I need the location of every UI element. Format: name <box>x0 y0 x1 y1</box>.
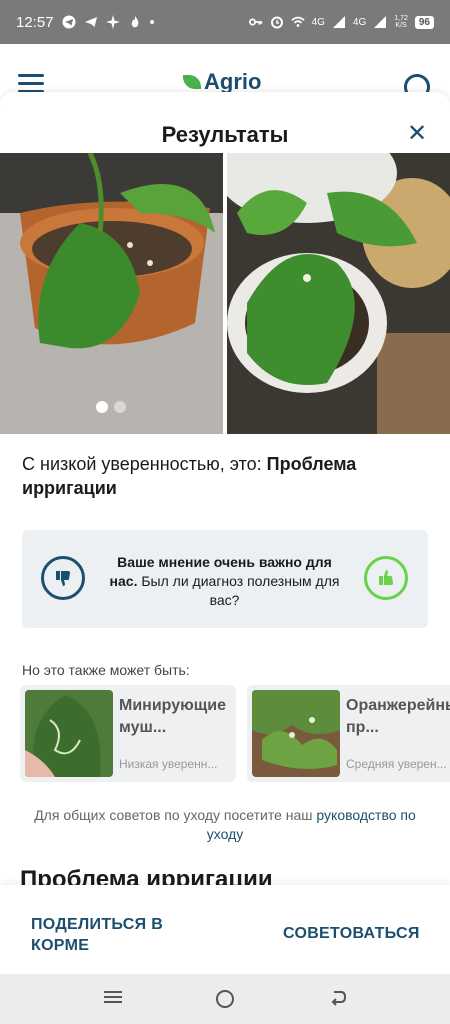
feedback-text: Ваше мнение очень важно для нас. Был ли … <box>107 553 342 610</box>
consult-button[interactable]: СОВЕТОВАТЬСЯ <box>283 925 420 943</box>
logo-text: Agrio <box>204 72 262 92</box>
alternative-card[interactable]: Минирующие муш... Низкая уверенн... <box>20 685 236 782</box>
share-button[interactable]: ПОДЕЛИТЬСЯ В КОРМЕ <box>31 914 191 956</box>
alarm-icon <box>270 15 284 29</box>
flame-icon <box>128 15 142 29</box>
diagnosis-summary: С низкой уверенностью, это: Проблема ирр… <box>22 452 422 500</box>
status-right: 4G 4G 1,72 K/S 96 <box>248 15 434 29</box>
feedback-card: Ваше мнение очень важно для нас. Был ли … <box>22 530 428 628</box>
thumbs-down-icon[interactable] <box>41 556 85 600</box>
alternative-card[interactable]: Оранжерейный пр... Средняя уверен... <box>247 685 450 782</box>
pagination-dot[interactable] <box>96 401 108 413</box>
status-bar: 12:57 • 4G 4G 1,72 K/S 96 <box>0 0 450 44</box>
alternatives-label: Но это также может быть: <box>22 662 190 678</box>
pagination-dot[interactable] <box>114 401 126 413</box>
notification-dot: • <box>149 13 155 31</box>
gallery-pagination <box>96 401 126 413</box>
network-speed: 1,72 K/S <box>394 15 408 29</box>
wifi-icon <box>290 15 305 29</box>
signal-icon <box>332 15 346 29</box>
diagnosis-prefix: С низкой уверенностью, это: <box>22 454 267 474</box>
signal-icon <box>373 15 387 29</box>
recent-apps-icon[interactable] <box>102 988 124 1010</box>
network-label-2: 4G <box>352 16 367 28</box>
app-header: Agrio <box>0 44 450 100</box>
telegram-icon <box>62 15 76 29</box>
plant-photo-2[interactable] <box>227 153 450 434</box>
alternative-confidence: Средняя уверен... <box>346 757 447 771</box>
alternative-thumbnail <box>252 690 340 777</box>
home-icon[interactable] <box>214 988 236 1010</box>
plant-photo-1[interactable] <box>0 153 223 434</box>
bottom-action-bar: ПОДЕЛИТЬСЯ В КОРМЕ СОВЕТОВАТЬСЯ <box>0 885 450 974</box>
back-icon[interactable] <box>327 988 349 1010</box>
alternative-name: Оранжерейный пр... <box>346 697 450 736</box>
results-sheet: Результаты ✕ С низкой уверенностью, это:… <box>0 92 450 974</box>
close-icon[interactable]: ✕ <box>405 122 429 146</box>
care-tip: Для общих советов по уходу посетите наш … <box>20 806 430 844</box>
alternative-confidence: Низкая уверенн... <box>119 757 218 771</box>
network-label-1: 4G <box>311 16 325 28</box>
care-tip-text: Для общих советов по уходу посетите наш <box>34 807 317 823</box>
battery-indicator: 96 <box>414 15 434 29</box>
photo-gallery[interactable] <box>0 153 450 434</box>
page-title: Результаты <box>161 122 289 147</box>
alternative-thumbnail <box>25 690 113 777</box>
leaf-icon <box>183 75 201 89</box>
app-logo: Agrio <box>183 72 261 92</box>
system-nav-bar <box>0 974 450 1024</box>
status-left: 12:57 • <box>16 14 155 31</box>
feedback-question: Был ли диагноз полезным для вас? <box>137 573 340 608</box>
key-icon <box>248 15 263 29</box>
speed-value: 1,72 <box>394 15 408 22</box>
sparkle-icon <box>105 15 120 29</box>
status-time: 12:57 <box>16 13 54 31</box>
telegram-icon <box>84 15 98 29</box>
alternative-name: Минирующие муш... <box>119 697 227 736</box>
thumbs-up-icon[interactable] <box>364 556 408 600</box>
speed-unit: K/S <box>395 22 407 29</box>
